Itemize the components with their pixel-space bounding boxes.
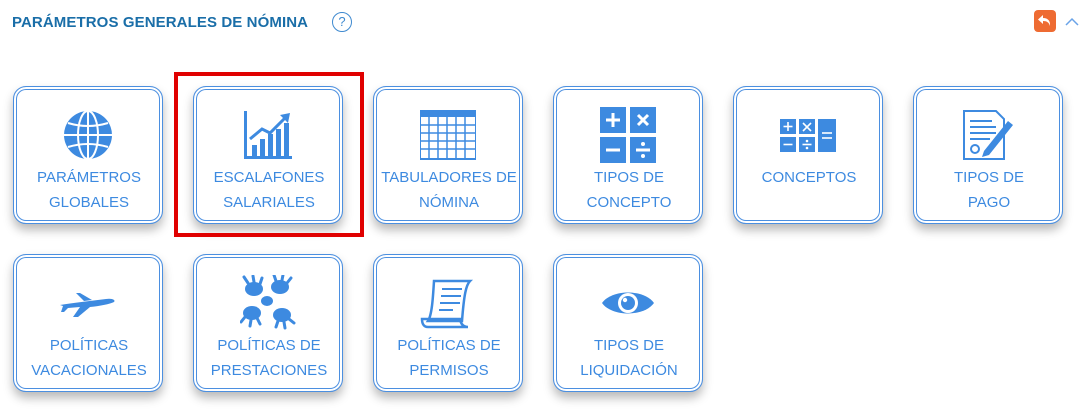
hands-icon <box>240 275 296 331</box>
card-conceptos[interactable]: CONCEPTOS <box>733 86 883 224</box>
globe-icon <box>60 107 116 163</box>
nomina-parameters-panel: PARÁMETROS GENERALES DE NÓMINA ? PARÁMET… <box>0 0 1088 418</box>
card-label: TIPOS DE LIQUIDACIÓN <box>580 337 678 379</box>
card-label: TABULADORES DE NÓMINA <box>381 169 517 211</box>
card-escalafones-salariales[interactable]: ESCALAFONES SALARIALES <box>193 86 343 224</box>
airplane-icon <box>60 275 116 331</box>
card-tabuladores-de-nomina[interactable]: TABULADORES DE NÓMINA <box>373 86 523 224</box>
card-label: ESCALAFONES SALARIALES <box>213 169 325 211</box>
card-label: CONCEPTOS <box>761 169 857 186</box>
table-grid-icon <box>420 107 476 163</box>
card-label: TIPOS DE CONCEPTO <box>586 169 672 211</box>
card-label: POLÍTICAS VACACIONALES <box>31 337 147 379</box>
eye-icon <box>600 275 656 331</box>
card-tipos-de-pago[interactable]: TIPOS DE PAGO <box>913 86 1063 224</box>
card-label: POLÍTICAS DE PERMISOS <box>397 337 501 379</box>
bar-chart-icon <box>240 107 296 163</box>
card-politicas-vacacionales[interactable]: POLÍTICAS VACACIONALES <box>13 254 163 392</box>
shortcut-grid: PARÁMETROS GLOBALES ESCALAFONES SALARIAL… <box>0 0 1088 418</box>
card-label: POLÍTICAS DE PRESTACIONES <box>210 337 328 379</box>
card-politicas-de-permisos[interactable]: POLÍTICAS DE PERMISOS <box>373 254 523 392</box>
card-label: TIPOS DE PAGO <box>953 169 1024 211</box>
card-politicas-de-prestaciones[interactable]: POLÍTICAS DE PRESTACIONES <box>193 254 343 392</box>
math-operators-icon <box>600 107 656 163</box>
card-label: PARÁMETROS GLOBALES <box>37 169 141 211</box>
calculator-icon <box>780 107 836 163</box>
contract-pen-icon <box>960 107 1016 163</box>
card-tipos-de-liquidacion[interactable]: TIPOS DE LIQUIDACIÓN <box>553 254 703 392</box>
scroll-icon <box>420 275 476 331</box>
card-parametros-globales[interactable]: PARÁMETROS GLOBALES <box>13 86 163 224</box>
card-tipos-de-concepto[interactable]: TIPOS DE CONCEPTO <box>553 86 703 224</box>
